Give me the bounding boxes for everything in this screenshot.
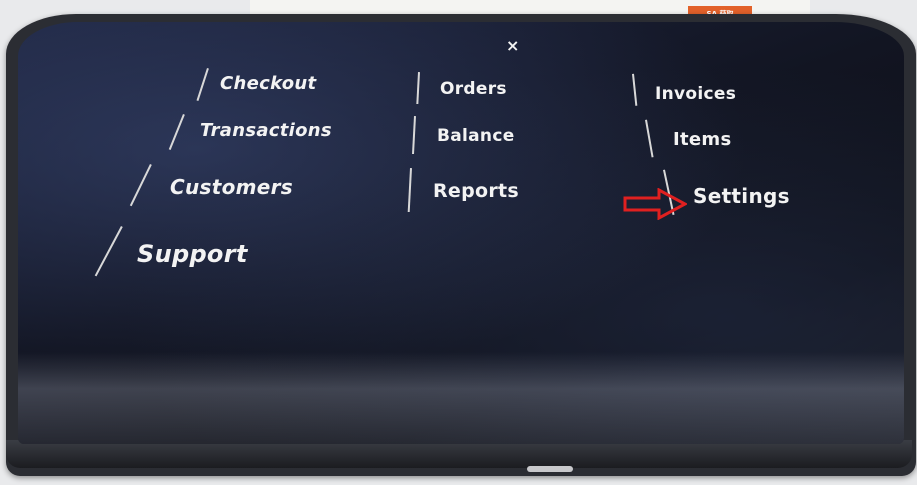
home-button[interactable] (527, 466, 573, 472)
close-icon[interactable]: × (506, 36, 519, 55)
menu-item-balance[interactable]: Balance (437, 126, 515, 146)
right-arrow-icon (623, 188, 687, 220)
tablet-bezel (6, 440, 912, 468)
menu-item-invoices[interactable]: Invoices (655, 84, 736, 104)
menu-item-support[interactable]: Support (137, 240, 248, 268)
menu-item-customers[interactable]: Customers (170, 175, 293, 199)
menu-item-settings[interactable]: Settings (693, 184, 790, 208)
screen-glare (18, 352, 904, 444)
menu-item-reports[interactable]: Reports (433, 180, 519, 202)
menu-item-transactions[interactable]: Transactions (200, 120, 332, 141)
menu-item-checkout[interactable]: Checkout (220, 73, 316, 94)
menu-item-items[interactable]: Items (673, 129, 731, 150)
menu-item-orders[interactable]: Orders (440, 79, 507, 99)
